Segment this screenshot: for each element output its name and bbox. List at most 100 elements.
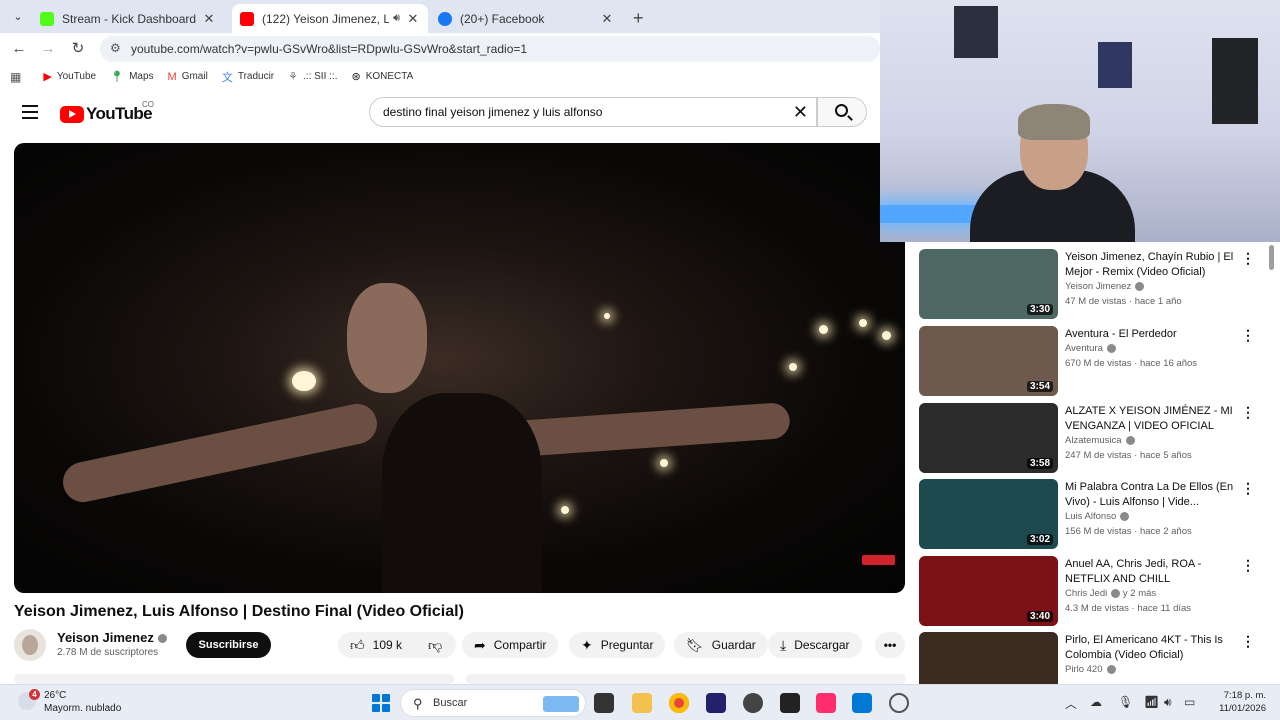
- recommendation-title[interactable]: Anuel AA, Chris Jedi, ROA - NETFLIX AND …: [1065, 557, 1235, 587]
- address-bar[interactable]: ⚙︎ youtube.com/watch?v=pwlu-GSvWro&list=…: [100, 36, 880, 62]
- video-thumbnail[interactable]: 3:58: [919, 403, 1058, 473]
- file-explorer-icon[interactable]: [632, 693, 652, 713]
- obs-icon[interactable]: [743, 693, 763, 713]
- download-button[interactable]: ⤓ Descargar: [768, 632, 862, 658]
- video-thumbnail[interactable]: [919, 632, 1058, 684]
- tiktok-icon[interactable]: [816, 693, 836, 713]
- video-thumbnail[interactable]: 3:30: [919, 249, 1058, 319]
- more-vertical-icon[interactable]: ⋮: [1241, 328, 1255, 342]
- more-vertical-icon[interactable]: ⋮: [1241, 634, 1255, 648]
- description-box[interactable]: [14, 674, 454, 684]
- wifi-icon[interactable]: 📶︎: [1144, 695, 1159, 709]
- video-player[interactable]: [14, 143, 905, 593]
- channel-text[interactable]: Luis Alfonso: [1065, 511, 1116, 522]
- channel-text[interactable]: Chris Jedi: [1065, 588, 1107, 599]
- youtube-logo[interactable]: YouTube CO: [60, 100, 154, 124]
- channel-text[interactable]: Aventura: [1065, 343, 1103, 354]
- battery-icon[interactable]: ▭: [1184, 695, 1195, 709]
- channel-name-text[interactable]: Yeison Jimenez: [57, 630, 154, 645]
- reload-icon[interactable]: ↻: [68, 39, 88, 59]
- recommendation-channel[interactable]: Pirlo 420: [1065, 664, 1116, 675]
- dislike-button[interactable]: 👎︎: [418, 632, 456, 658]
- channel-text[interactable]: Pirlo 420: [1065, 664, 1103, 675]
- chrome-icon[interactable]: [669, 693, 689, 713]
- search-button[interactable]: [817, 97, 867, 127]
- tab-youtube-active[interactable]: (122) Yeison Jimenez, Luis A 🔊︎ ✕: [232, 4, 428, 33]
- close-tab-icon[interactable]: ✕: [406, 11, 420, 27]
- bookmark-maps[interactable]: 📍︎ Maps: [110, 70, 153, 83]
- recommendation-title[interactable]: Mi Palabra Contra La De Ellos (En Vivo) …: [1065, 480, 1235, 510]
- settings-gear-icon[interactable]: [889, 693, 909, 713]
- close-tab-icon[interactable]: ✕: [600, 11, 614, 27]
- store-icon[interactable]: [852, 693, 872, 713]
- recommendation-title[interactable]: ALZATE X YEISON JIMÉNEZ - MI VENGANZA | …: [1065, 404, 1235, 434]
- bookmark-sii[interactable]: ⚘ .:: SII ::.: [288, 70, 337, 83]
- more-actions-button[interactable]: •••: [875, 632, 905, 658]
- recommendation-channel[interactable]: Luis Alfonso: [1065, 511, 1130, 522]
- bookmark-konecta[interactable]: ⊛ KONECTA: [351, 70, 413, 83]
- recommendation-item[interactable]: Pirlo, El Americano 4KT - This Is Colomb…: [919, 632, 1264, 684]
- show-hidden-icons-chevron-icon[interactable]: ︿: [1065, 695, 1077, 712]
- back-arrow-icon[interactable]: ←: [9, 39, 29, 59]
- recommendation-item[interactable]: 3:30 Yeison Jimenez, Chayín Rubio | El M…: [919, 249, 1264, 321]
- page-scrollbar[interactable]: [1268, 243, 1276, 683]
- bookmark-gmail[interactable]: M Gmail: [168, 71, 208, 83]
- app-icon[interactable]: [706, 693, 726, 713]
- forward-arrow-icon[interactable]: →: [38, 39, 58, 59]
- capcut-icon[interactable]: [780, 693, 800, 713]
- channel-avatar[interactable]: [14, 629, 46, 661]
- tab-search-chevron-icon[interactable]: ⌄: [10, 9, 26, 25]
- video-thumbnail[interactable]: 3:54: [919, 326, 1058, 396]
- ask-button[interactable]: ✦ Preguntar: [569, 632, 666, 658]
- site-info-icon[interactable]: ⚙︎: [110, 41, 121, 55]
- channel-name[interactable]: Yeison Jimenez: [57, 630, 167, 645]
- youtube-favicon-icon: [240, 11, 254, 26]
- new-tab-plus-icon[interactable]: +: [633, 8, 644, 29]
- recommendation-channel[interactable]: Aventura: [1065, 343, 1116, 354]
- menu-hamburger-icon[interactable]: [22, 105, 38, 119]
- channel-text[interactable]: Alzatemusica: [1065, 435, 1122, 446]
- system-clock[interactable]: 7:18 p. m. 11/01/2026: [1208, 689, 1266, 715]
- video-thumbnail[interactable]: 3:40: [919, 556, 1058, 626]
- scrollbar-thumb[interactable]: [1269, 245, 1274, 270]
- recommendation-title[interactable]: Pirlo, El Americano 4KT - This Is Colomb…: [1065, 633, 1235, 663]
- more-vertical-icon[interactable]: ⋮: [1241, 558, 1255, 572]
- audio-playing-icon[interactable]: 🔊︎: [393, 12, 400, 25]
- recommendation-channel[interactable]: Yeison Jimenez: [1065, 281, 1145, 292]
- volume-icon[interactable]: 🔊︎: [1164, 695, 1172, 710]
- more-vertical-icon[interactable]: ⋮: [1241, 251, 1255, 265]
- recommendation-channel[interactable]: Chris Jedi y 2 más: [1065, 588, 1156, 599]
- duration-badge: 3:54: [1026, 381, 1053, 392]
- search-input[interactable]: destino final yeison jimenez y luis alfo…: [369, 97, 817, 127]
- recommendation-channel[interactable]: Alzatemusica: [1065, 435, 1135, 446]
- recommendation-title[interactable]: Aventura - El Perdedor: [1065, 327, 1235, 342]
- close-tab-icon[interactable]: ✕: [202, 11, 216, 27]
- network-status-icon[interactable]: ☁︎: [1090, 695, 1102, 709]
- recommendation-item[interactable]: 3:40 Anuel AA, Chris Jedi, ROA - NETFLIX…: [919, 556, 1264, 628]
- recommendation-item[interactable]: 3:58 ALZATE X YEISON JIMÉNEZ - MI VENGAN…: [919, 403, 1264, 475]
- share-button[interactable]: ➦ Compartir: [462, 632, 559, 658]
- video-thumbnail[interactable]: 3:02: [919, 479, 1058, 549]
- clear-search-icon[interactable]: ✕: [793, 102, 808, 123]
- subscribe-button[interactable]: Suscribirse: [186, 632, 271, 658]
- taskbar-search[interactable]: ⚲ Buscar: [400, 689, 586, 717]
- recommendation-item[interactable]: 3:02 Mi Palabra Contra La De Ellos (En V…: [919, 479, 1264, 551]
- secondary-panel[interactable]: [466, 674, 906, 684]
- recommendation-item[interactable]: 3:54 Aventura - El Perdedor Aventura 670…: [919, 326, 1264, 398]
- tab-facebook[interactable]: (20+) Facebook ✕: [430, 4, 622, 33]
- bookmark-youtube[interactable]: ▶ YouTube: [43, 70, 96, 83]
- tab-kick-dashboard[interactable]: Stream - Kick Dashboard ✕: [32, 4, 224, 33]
- more-vertical-icon[interactable]: ⋮: [1241, 405, 1255, 419]
- recommendation-title[interactable]: Yeison Jimenez, Chayín Rubio | El Mejor …: [1065, 250, 1235, 280]
- more-vertical-icon[interactable]: ⋮: [1241, 481, 1255, 495]
- search-query-text[interactable]: destino final yeison jimenez y luis alfo…: [383, 105, 602, 119]
- channel-extra-text[interactable]: y 2 más: [1123, 588, 1156, 599]
- microphone-icon[interactable]: 🎙︎: [1118, 695, 1133, 709]
- bookmark-traducir[interactable]: 文 Traducir: [222, 69, 274, 85]
- apps-grid-icon[interactable]: ▦: [10, 70, 21, 84]
- save-button[interactable]: 🔖︎ Guardar: [674, 632, 768, 658]
- task-view-icon[interactable]: [594, 693, 614, 713]
- channel-text[interactable]: Yeison Jimenez: [1065, 281, 1131, 292]
- url-text[interactable]: youtube.com/watch?v=pwlu-GSvWro&list=RDp…: [131, 42, 527, 56]
- windows-start-icon[interactable]: [372, 694, 390, 712]
